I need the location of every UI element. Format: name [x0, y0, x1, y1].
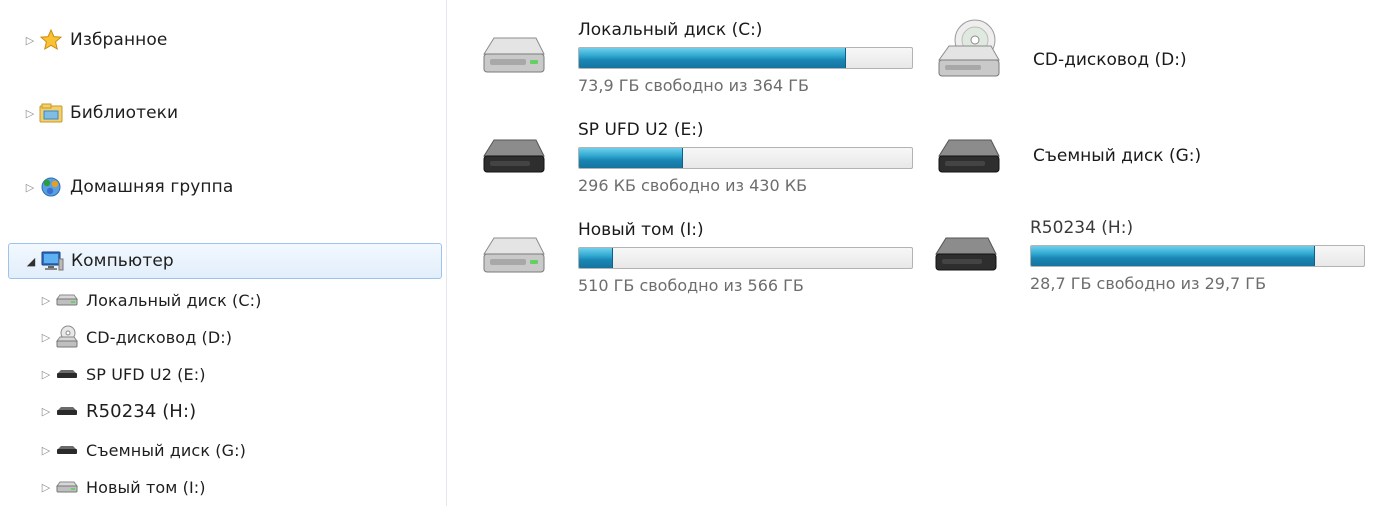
expand-arrow-icon[interactable]: ▷: [24, 181, 36, 194]
nav-label-drive-g: Съемный диск (G:): [86, 440, 246, 460]
drive-usage-fill: [579, 148, 684, 168]
usb-drive-icon: [55, 362, 79, 386]
nav-item-homegroup[interactable]: ▷ Домашняя группа: [0, 169, 446, 205]
nav-label-drive-c: Локальный диск (C:): [86, 290, 262, 310]
drive-name: R50234 (H:): [1030, 218, 1134, 238]
nav-label-computer: Компьютер: [71, 251, 174, 271]
computer-icon: [40, 249, 64, 273]
nav-item-libraries[interactable]: ▷ Библиотеки: [0, 95, 446, 131]
drive-free-space: 510 ГБ свободно из 566 ГБ: [578, 276, 804, 295]
collapse-arrow-icon[interactable]: ◢: [25, 255, 37, 268]
nav-label-drive-e: SP UFD U2 (E:): [86, 364, 206, 384]
nav-item-drive-d[interactable]: ▷ CD-дисковод (D:): [0, 319, 446, 355]
homegroup-icon: [39, 175, 63, 199]
usb-drive-icon: [55, 438, 79, 462]
libraries-icon: [39, 101, 63, 125]
drive-tile-h[interactable]: R50234 (H:) 28,7 ГБ свободно из 29,7 ГБ: [900, 198, 1365, 293]
drive-usage-fill: [579, 48, 847, 68]
drive-name: Локальный диск (C:): [578, 20, 763, 40]
drive-free-space: 28,7 ГБ свободно из 29,7 ГБ: [1030, 274, 1267, 293]
drive-tile-g[interactable]: Съемный диск (G:): [903, 100, 1343, 180]
drive-name: Съемный диск (G:): [1033, 146, 1202, 166]
expand-arrow-icon[interactable]: ▷: [24, 34, 36, 47]
nav-label-homegroup: Домашняя группа: [70, 177, 234, 197]
drives-content-pane: Локальный диск (C:) 73,9 ГБ свободно из …: [448, 0, 1381, 506]
nav-item-favorites[interactable]: ▷ Избранное: [0, 22, 446, 58]
nav-item-drive-h[interactable]: ▷ R50234 (H:): [0, 393, 446, 429]
expand-arrow-icon[interactable]: ▷: [40, 444, 52, 457]
drive-free-space: 73,9 ГБ свободно из 364 ГБ: [578, 76, 809, 95]
hard-drive-icon: [55, 475, 79, 499]
nav-label-drive-d: CD-дисковод (D:): [86, 327, 233, 347]
nav-item-computer[interactable]: ◢ Компьютер: [8, 243, 442, 279]
hard-drive-icon: [483, 37, 545, 73]
nav-item-drive-e[interactable]: ▷ SP UFD U2 (E:): [0, 356, 446, 392]
usb-drive-icon: [938, 139, 1000, 173]
expand-arrow-icon[interactable]: ▷: [24, 107, 36, 120]
drive-usage-fill: [1031, 246, 1316, 266]
expand-arrow-icon[interactable]: ▷: [40, 368, 52, 381]
drive-tile-i[interactable]: Новый том (I:) 510 ГБ свободно из 566 ГБ: [448, 200, 913, 295]
nav-item-drive-g[interactable]: ▷ Съемный диск (G:): [0, 432, 446, 468]
hard-drive-icon: [55, 288, 79, 312]
expand-arrow-icon[interactable]: ▷: [40, 405, 52, 418]
usb-drive-icon: [935, 237, 997, 271]
drive-usage-fill: [579, 248, 614, 268]
drive-name: CD-дисковод (D:): [1033, 50, 1187, 70]
usb-drive-icon: [483, 139, 545, 173]
drive-free-space: 296 КБ свободно из 430 КБ: [578, 176, 808, 195]
cd-drive-icon: [55, 325, 79, 349]
expand-arrow-icon[interactable]: ▷: [40, 294, 52, 307]
nav-label-libraries: Библиотеки: [70, 103, 179, 123]
hard-drive-icon: [483, 237, 545, 273]
nav-label-drive-i: Новый том (I:): [86, 477, 206, 497]
navigation-pane: ▷ Избранное ▷ Библиотеки ▷ Домашняя груп…: [0, 0, 447, 506]
drive-name: Новый том (I:): [578, 220, 704, 240]
usb-drive-icon: [55, 399, 79, 423]
drive-tile-d[interactable]: CD-дисковод (D:): [903, 0, 1343, 80]
nav-label-favorites: Избранное: [70, 30, 168, 50]
drive-name: SP UFD U2 (E:): [578, 120, 704, 140]
nav-item-drive-c[interactable]: ▷ Локальный диск (C:): [0, 282, 446, 318]
cd-drive-icon: [938, 19, 1000, 77]
nav-item-drive-i[interactable]: ▷ Новый том (I:): [0, 469, 446, 505]
drive-usage-bar: [578, 247, 913, 269]
drive-usage-bar: [578, 147, 913, 169]
drive-tile-c[interactable]: Локальный диск (C:) 73,9 ГБ свободно из …: [448, 0, 913, 95]
expand-arrow-icon[interactable]: ▷: [40, 331, 52, 344]
expand-arrow-icon[interactable]: ▷: [40, 481, 52, 494]
nav-label-drive-h: R50234 (H:): [86, 400, 197, 422]
star-icon: [39, 28, 63, 52]
drive-tile-e[interactable]: SP UFD U2 (E:) 296 КБ свободно из 430 КБ: [448, 100, 913, 195]
drive-usage-bar: [1030, 245, 1365, 267]
drive-usage-bar: [578, 47, 913, 69]
